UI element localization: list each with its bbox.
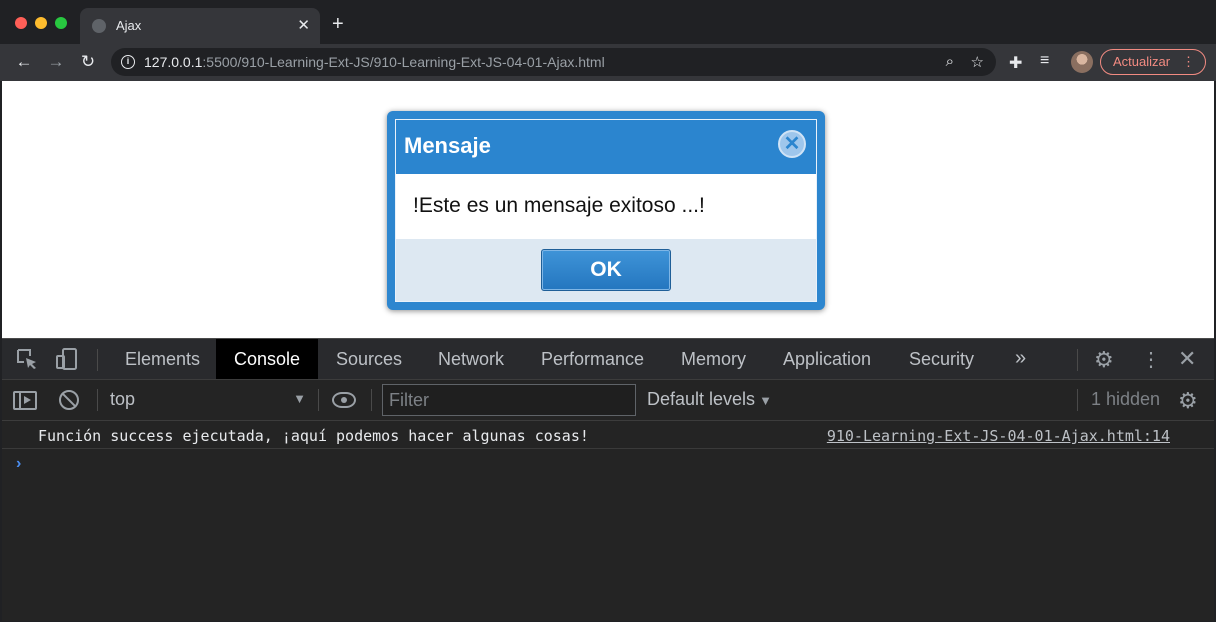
log-levels-dropdown[interactable]: Default levels ▼ [647,389,772,410]
browser-tab-ajax[interactable]: Ajax ✕ [80,8,320,44]
message-dialog: Mensaje ✕ !Este es un mensaje exitoso ..… [387,111,825,310]
execution-context-select[interactable]: top ▼ [110,389,306,413]
tab-console[interactable]: Console [216,339,319,379]
tab-strip: Ajax ✕ + [0,0,1216,44]
tab-application[interactable]: Application [765,339,889,379]
dialog-body: !Este es un mensaje exitoso ...! [396,174,816,239]
toolbar-divider [97,389,98,411]
star-icon[interactable]: ☆ [971,53,984,71]
live-expression-eye-icon[interactable] [332,392,356,408]
dialog-footer: OK [396,239,816,301]
console-prompt-chevron-icon: › [16,455,22,472]
url-text[interactable]: 127.0.0.1:5500/910-Learning-Ext-JS/910-L… [144,54,605,70]
tab-memory[interactable]: Memory [663,339,764,379]
tab-performance[interactable]: Performance [523,339,662,379]
context-value: top [110,389,136,409]
customize-menu-icon[interactable]: ⋮ [1141,347,1161,372]
console-filter-input[interactable] [382,384,636,416]
url-path: :5500/910-Learning-Ext-JS/910-Learning-E… [202,54,605,70]
more-tabs-icon[interactable]: » [1015,347,1026,370]
close-devtools-icon[interactable]: ✕ [1178,346,1196,372]
media-control-icon[interactable]: ≡ [1040,52,1049,70]
hidden-messages-count: 1 hidden [1091,389,1161,409]
console-source-link[interactable]: 910-Learning-Ext-JS-04-01-Ajax.html:14 [827,427,1170,445]
devtools-panel: Elements Console Sources Network Performance… [2,338,1214,621]
console-output: Función success ejecutada, ¡aquí podemos… [2,421,1214,621]
toolbar-divider [318,389,319,411]
browser-window: Ajax ✕ + ← → ↻ i 127.0.0.1:5500/910-Lear… [0,0,1216,622]
toolbar-divider [371,389,372,411]
tab-sources[interactable]: Sources [318,339,420,379]
window-close-button[interactable] [15,17,27,29]
globe-icon [92,19,106,33]
url-host: 127.0.0.1 [144,54,203,70]
reload-icon[interactable]: ↻ [76,50,100,74]
console-prompt-input[interactable] [38,453,1188,475]
tab-security[interactable]: Security [891,339,992,379]
device-toolbar-icon[interactable] [56,348,78,370]
console-settings-gear-icon[interactable]: ⚙ [1178,388,1198,414]
settings-gear-icon[interactable]: ⚙ [1094,347,1114,373]
extensions-icon[interactable]: ✚ [1009,53,1022,73]
console-toolbar: top ▼ Default levels▼ 1 hidden ⚙ [2,380,1214,421]
dialog-frame: Mensaje ✕ !Este es un mensaje exitoso ..… [395,119,817,302]
dialog-close-button[interactable]: ✕ [778,130,806,158]
toolbar-divider [1077,389,1078,411]
dropdown-arrow-icon: ▼ [759,393,772,408]
new-tab-button[interactable]: + [332,14,344,34]
profile-avatar[interactable] [1071,51,1093,73]
toolbar-divider [97,349,98,371]
console-message-row: Función success ejecutada, ¡aquí podemos… [2,421,1214,449]
dialog-message: !Este es un mensaje exitoso ...! [413,194,705,217]
tab-network[interactable]: Network [420,339,522,379]
dialog-header[interactable]: Mensaje ✕ [396,120,816,174]
window-zoom-button[interactable] [55,17,67,29]
close-icon: ✕ [783,133,801,155]
log-levels-label: Default levels [647,389,756,409]
info-icon[interactable]: i [121,55,135,69]
back-icon[interactable]: ← [12,50,36,74]
update-button[interactable]: Actualizar ⋮ [1100,49,1206,75]
console-sidebar-icon[interactable] [13,391,37,410]
dialog-title: Mensaje [404,133,491,158]
console-message-text: Función success ejecutada, ¡aquí podemos… [38,427,589,445]
close-icon[interactable]: ✕ [297,16,310,34]
zoom-icon[interactable]: ⌕ [946,53,954,70]
forward-icon[interactable]: → [44,50,68,74]
dropdown-arrow-icon: ▼ [293,391,306,406]
ok-button[interactable]: OK [541,249,671,291]
browser-toolbar: ← → ↻ i 127.0.0.1:5500/910-Learning-Ext-… [0,44,1216,81]
tab-elements[interactable]: Elements [107,339,218,379]
tab-title: Ajax [116,18,142,33]
address-bar[interactable]: i 127.0.0.1:5500/910-Learning-Ext-JS/910… [111,48,996,76]
toolbar-divider [1077,349,1078,371]
page-viewport: Mensaje ✕ !Este es un mensaje exitoso ..… [2,81,1214,338]
inspect-element-icon[interactable] [16,348,38,370]
clear-console-icon[interactable] [59,390,79,410]
devtools-tabbar: Elements Console Sources Network Performance… [2,339,1214,380]
kebab-menu-icon: ⋮ [1182,54,1195,69]
update-button-label: Actualizar [1113,54,1171,69]
window-minimize-button[interactable] [35,17,47,29]
